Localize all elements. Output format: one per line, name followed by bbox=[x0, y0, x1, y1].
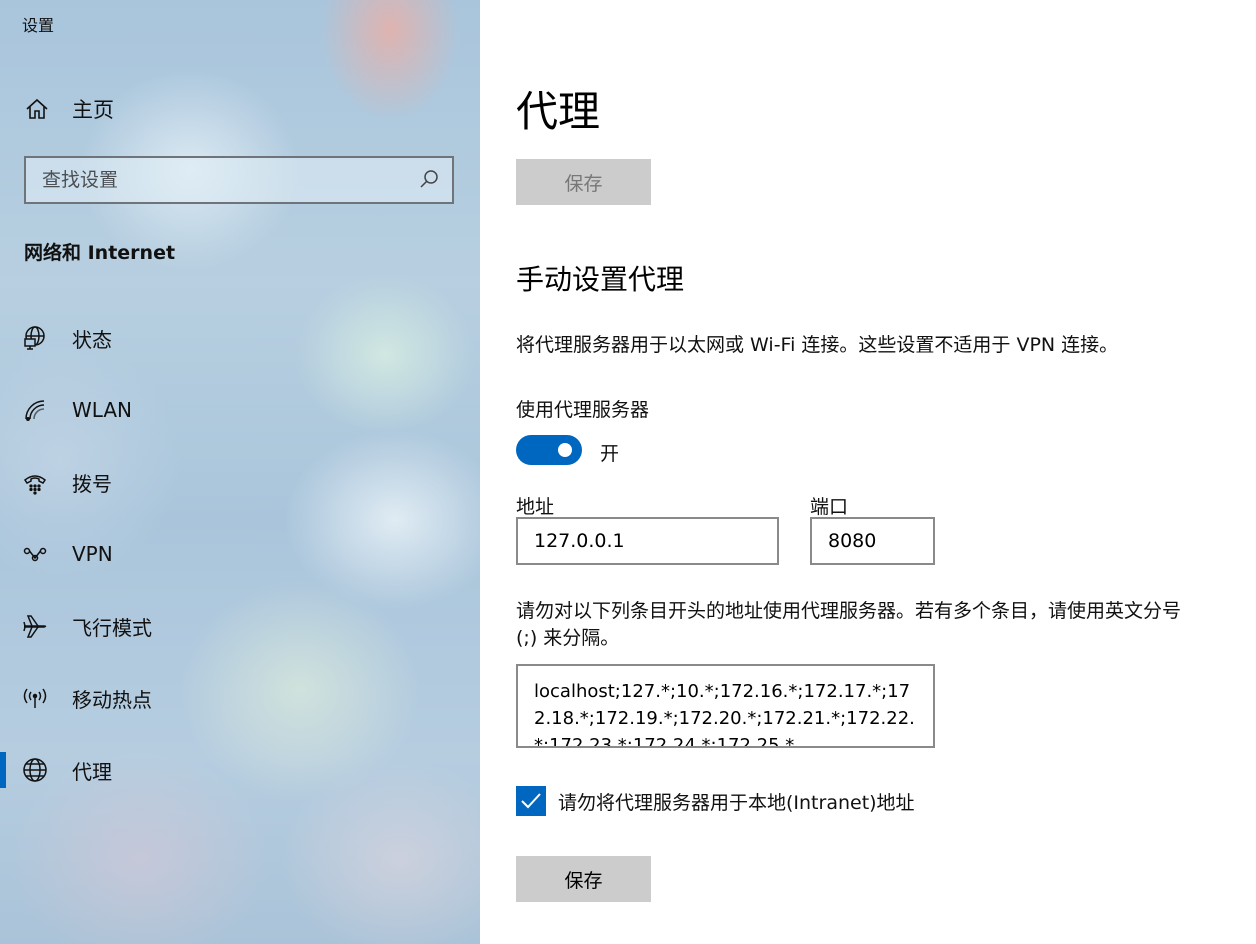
nav-home-label: 主页 bbox=[72, 98, 114, 122]
use-proxy-toggle[interactable] bbox=[516, 435, 582, 465]
hotspot-icon bbox=[22, 685, 48, 711]
port-field-box bbox=[810, 517, 935, 565]
wifi-icon bbox=[22, 397, 48, 423]
sidebar-item-label: 飞行模式 bbox=[72, 615, 152, 640]
use-proxy-label: 使用代理服务器 bbox=[516, 399, 650, 421]
nav-list: 状态 WLAN 拨号 VPN 飞行模式 移动热点 代理 bbox=[0, 302, 480, 806]
bypass-local-checkbox[interactable] bbox=[516, 786, 546, 816]
nav-home[interactable]: 主页 bbox=[24, 92, 454, 126]
main-content: 代理 保存 手动设置代理 将代理服务器用于以太网或 Wi-Fi 连接。这些设置不… bbox=[480, 0, 1256, 944]
sidebar-item-label: WLAN bbox=[72, 398, 133, 422]
airplane-icon bbox=[22, 613, 48, 639]
sidebar-item-hotspot[interactable]: 移动热点 bbox=[0, 662, 480, 734]
address-label: 地址 bbox=[516, 496, 555, 518]
search-input[interactable] bbox=[26, 168, 418, 192]
sidebar-item-wlan[interactable]: WLAN bbox=[0, 374, 480, 446]
globe-icon bbox=[22, 757, 48, 783]
sidebar-item-vpn[interactable]: VPN bbox=[0, 518, 480, 590]
sidebar-item-label: VPN bbox=[72, 542, 113, 566]
bypass-local-label: 请勿将代理服务器用于本地(Intranet)地址 bbox=[558, 791, 915, 814]
address-field-box bbox=[516, 517, 779, 565]
sidebar-item-proxy[interactable]: 代理 bbox=[0, 734, 480, 806]
bypass-local-row[interactable]: 请勿将代理服务器用于本地(Intranet)地址 bbox=[516, 786, 915, 816]
sidebar-item-label: 拨号 bbox=[72, 471, 112, 496]
toggle-knob bbox=[558, 443, 572, 457]
exclusion-field-box: localhost;127.*;10.*;172.16.*;172.17.*;1… bbox=[516, 664, 935, 748]
checkmark-icon bbox=[521, 793, 541, 809]
home-icon bbox=[24, 96, 50, 122]
sidebar-item-airplane[interactable]: 飞行模式 bbox=[0, 590, 480, 662]
section-title: 网络和 Internet bbox=[24, 242, 176, 264]
port-label: 端口 bbox=[810, 496, 849, 518]
globe-monitor-icon bbox=[22, 325, 48, 351]
sidebar-item-status[interactable]: 状态 bbox=[0, 302, 480, 374]
sidebar: 设置 主页 网络和 Internet bbox=[0, 0, 480, 944]
sidebar-item-label: 状态 bbox=[72, 327, 112, 352]
dialup-icon bbox=[22, 469, 48, 495]
search-box[interactable] bbox=[24, 156, 454, 204]
port-input[interactable] bbox=[812, 519, 933, 563]
vpn-icon bbox=[22, 541, 48, 567]
save-button-bottom[interactable]: 保存 bbox=[516, 856, 651, 902]
search-icon[interactable] bbox=[418, 169, 440, 191]
manual-proxy-description: 将代理服务器用于以太网或 Wi-Fi 连接。这些设置不适用于 VPN 连接。 bbox=[516, 334, 1119, 356]
exclusion-input[interactable]: localhost;127.*;10.*;172.16.*;172.17.*;1… bbox=[518, 666, 933, 746]
save-button-top[interactable]: 保存 bbox=[516, 159, 651, 205]
sidebar-item-dialup[interactable]: 拨号 bbox=[0, 446, 480, 518]
sidebar-item-label: 移动热点 bbox=[72, 687, 152, 712]
page-title: 代理 bbox=[516, 87, 601, 136]
manual-proxy-heading: 手动设置代理 bbox=[516, 263, 685, 296]
toggle-state-label: 开 bbox=[600, 443, 620, 465]
exclusion-description: 请勿对以下列条目开头的地址使用代理服务器。若有多个条目，请使用英文分号 (;) … bbox=[516, 600, 1182, 649]
sidebar-item-label: 代理 bbox=[72, 759, 112, 784]
window-title: 设置 bbox=[22, 16, 55, 35]
address-input[interactable] bbox=[518, 519, 777, 563]
